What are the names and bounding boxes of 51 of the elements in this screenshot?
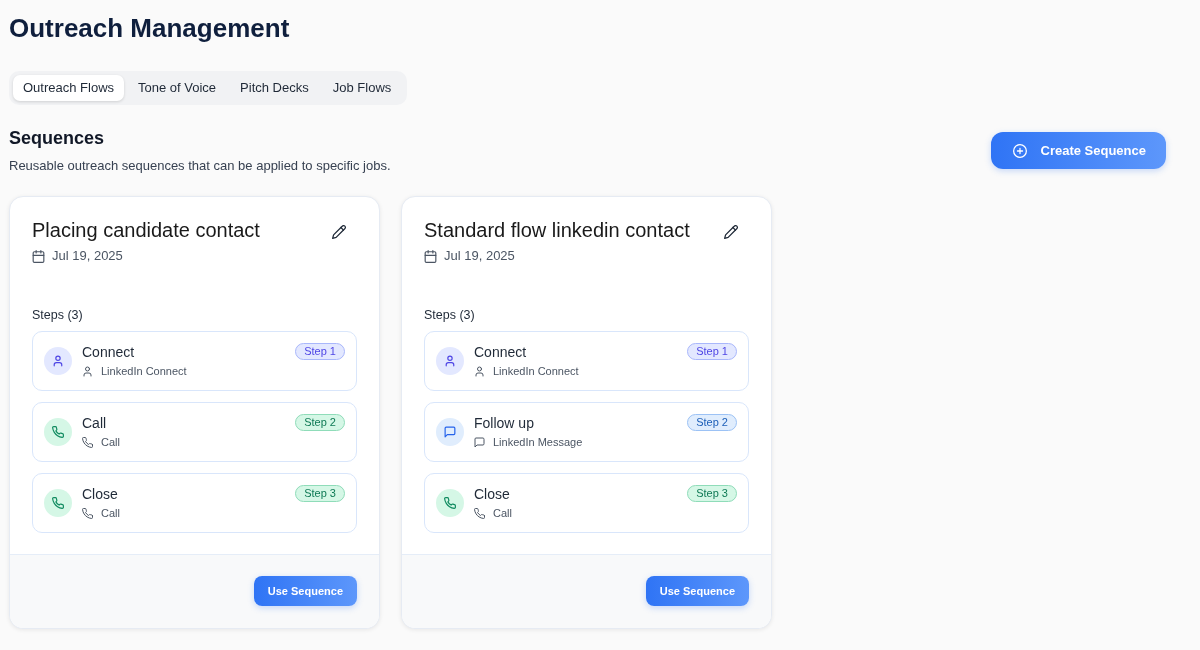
phone-icon (436, 489, 464, 517)
phone-icon (474, 508, 485, 519)
steps-label: Steps (3) (32, 307, 84, 323)
person-icon (82, 366, 93, 377)
sequence-title: Placing candidate contact (32, 218, 260, 242)
sequence-title: Standard flow linkedin contact (424, 218, 690, 242)
step-name: Close (474, 485, 511, 503)
step-badge: Step 3 (295, 485, 345, 502)
pencil-icon[interactable] (332, 225, 346, 239)
step-name: Connect (82, 343, 136, 361)
person-icon (44, 347, 72, 375)
phone-icon (82, 437, 93, 448)
step-channel: Call (101, 435, 120, 450)
step-badge: Step 2 (687, 414, 737, 431)
section-heading: Sequences (9, 127, 106, 149)
tab[interactable]: Outreach Flows (13, 75, 125, 101)
tab[interactable]: Job Flows (320, 75, 404, 101)
date-text: Jul 19, 2025 (444, 247, 515, 265)
use-sequence-button[interactable]: Use Sequence (645, 576, 749, 606)
section-description: Reusable outreach sequences that can be applied to specific jobs. (9, 157, 391, 175)
step-channel: LinkedIn Connect (101, 364, 187, 379)
page-title: Outreach Management (9, 12, 291, 45)
date-text: Jul 19, 2025 (52, 247, 123, 265)
tab[interactable]: Pitch Decks (228, 75, 321, 101)
step-name: Call (82, 414, 108, 432)
create-sequence-button[interactable]: Create Sequence (990, 132, 1166, 169)
step-name: Connect (474, 343, 528, 361)
step-badge: Step 1 (295, 343, 345, 360)
use-sequence-button[interactable]: Use Sequence (253, 576, 357, 606)
calendar-icon (32, 249, 45, 263)
chat-icon (474, 437, 485, 448)
phone-icon (82, 508, 93, 519)
pencil-icon[interactable] (724, 225, 738, 239)
step-name: Close (82, 485, 119, 503)
step-badge: Step 2 (295, 414, 345, 431)
step-channel: Call (493, 506, 512, 521)
chat-icon (436, 418, 464, 446)
person-icon (474, 366, 485, 377)
calendar-icon (424, 249, 437, 263)
person-icon (436, 347, 464, 375)
step-badge: Step 3 (687, 485, 737, 502)
step-badge: Step 1 (687, 343, 737, 360)
step-channel: Call (101, 506, 120, 521)
plus-circle-icon (1012, 143, 1027, 158)
step-channel: LinkedIn Connect (493, 364, 579, 379)
steps-label: Steps (3) (424, 307, 476, 323)
step-channel: LinkedIn Message (493, 435, 583, 450)
phone-icon (44, 489, 72, 517)
step-name: Follow up (474, 414, 535, 432)
tab[interactable]: Tone of Voice (126, 75, 229, 101)
phone-icon (44, 418, 72, 446)
